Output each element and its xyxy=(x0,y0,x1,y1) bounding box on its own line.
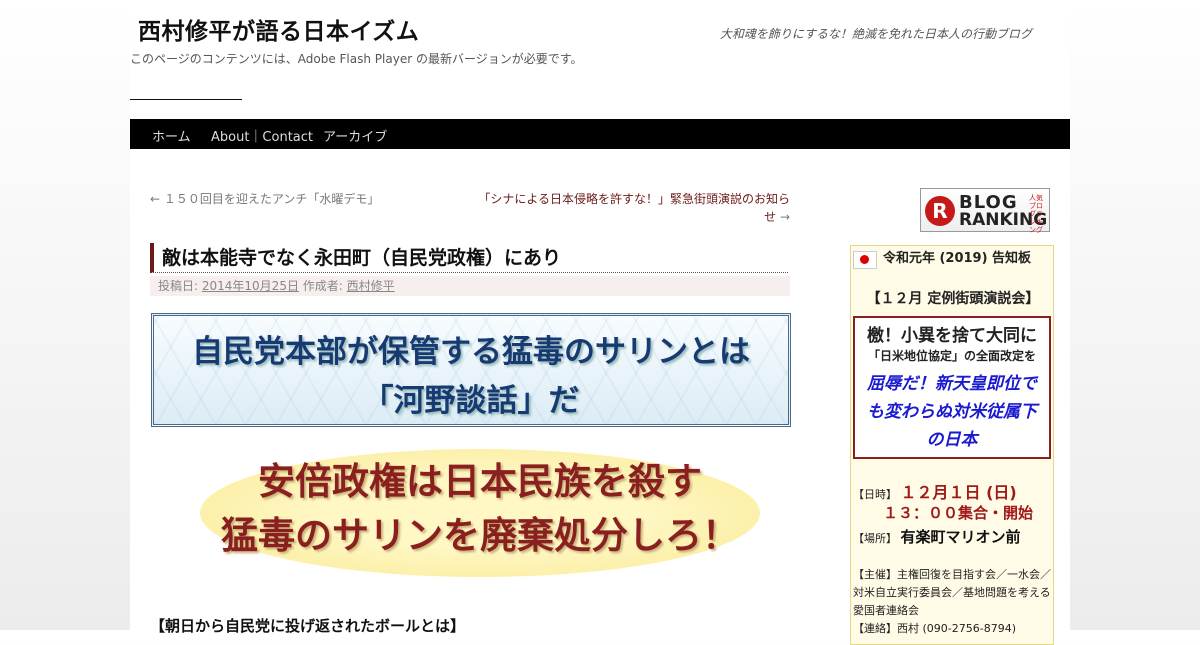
nav-item-home[interactable]: ホーム xyxy=(152,126,191,145)
site-description: 大和魂を飾りにするな！絶滅を免れた日本人の行動ブログ xyxy=(719,27,1032,41)
date-label: 【日時】 xyxy=(853,488,897,501)
next-post-title: 「シナによる日本侵略を許すな！」緊急街頭演説のお知らせ xyxy=(478,192,790,224)
date-value: １２月１日 (日) xyxy=(900,483,1017,502)
next-post-link[interactable]: 「シナによる日本侵略を許すな！」緊急街頭演説のお知らせ → xyxy=(470,190,790,226)
notice-title: 令和元年 (2019) 告知板 xyxy=(882,251,1032,266)
place-row: 【場所】 有楽町マリオン前 xyxy=(853,526,1021,547)
posted-label: 投稿日: xyxy=(158,279,199,293)
author-link[interactable]: 西村修平 xyxy=(347,279,395,293)
ranking-logo-icon: R xyxy=(925,196,955,226)
notice-board: 令和元年 (2019) 告知板 【１２月 定例街頭演説会】 檄！小異を捨て大同に… xyxy=(850,245,1054,645)
banner1-line1: 自民党本部が保管する猛毒のサリンとは xyxy=(192,334,750,370)
notice-subtitle: 【１２月 定例街頭演説会】 xyxy=(866,291,1040,307)
site-title[interactable]: 西村修平が語る日本イズム xyxy=(138,12,419,46)
speech-theme-box: 檄！小異を捨て大同に 「日米地位協定」の全面改定を 屈辱だ！新天皇即位でも変わら… xyxy=(853,316,1051,459)
entry-date-link[interactable]: 2014年10月25日 xyxy=(202,279,299,293)
abe-banner-text: 安倍政権は日本民族を殺す 猛毒のサリンを廃棄処分しろ！ xyxy=(150,455,810,563)
author-label: 作成者: xyxy=(302,279,343,293)
entry-title[interactable]: 敵は本能寺でなく永田町（自民党政権）にあり xyxy=(150,243,788,273)
main-navigation: ホーム About｜Contact アーカイブ xyxy=(130,119,1070,149)
place-label: 【場所】 xyxy=(853,532,897,545)
flash-player-notice: このページのコンテンツには、Adobe Flash Player の最新バージョ… xyxy=(130,52,583,66)
sarin-banner-image: 自民党本部が保管する猛毒のサリンとは 「河野談話」だ xyxy=(151,313,791,427)
contact-text: 【連絡】西村 (090-2756-8794) xyxy=(853,622,1017,635)
banner1-line2: 「河野談話」だ xyxy=(362,383,580,419)
nav-item-archive[interactable]: アーカイブ xyxy=(323,126,387,145)
ranking-tiny-text: 人気ブログランキング xyxy=(1029,194,1043,234)
previous-post-link[interactable]: ← １５０回目を迎えたアンチ「水曜デモ」 xyxy=(150,190,379,207)
page-wrapper: 西村修平が語る日本イズム 大和魂を飾りにするな！絶滅を免れた日本人の行動ブログ … xyxy=(130,0,1070,645)
banner2-line2: 猛毒のサリンを廃棄処分しろ！ xyxy=(221,514,739,557)
date-row: 【日時】 １２月１日 (日) xyxy=(853,479,1017,503)
organizer-info: 【主催】主権回復を目指す会／一水会／対米自立実行委員会／基地問題を考える愛国者連… xyxy=(853,566,1053,638)
time-value: １３：００集合・開始 xyxy=(883,504,1034,522)
nav-item-about-contact[interactable]: About｜Contact xyxy=(211,126,313,145)
blog-ranking-badge[interactable]: R BLOG RANKING 人気ブログランキング xyxy=(920,188,1050,234)
next-arrow-icon: → xyxy=(779,210,790,224)
theme-line2: 「日米地位協定」の全面改定を xyxy=(867,349,1036,363)
theme-line1: 檄！小異を捨て大同に xyxy=(867,326,1037,346)
header-divider xyxy=(130,99,242,100)
place-value: 有楽町マリオン前 xyxy=(900,528,1021,546)
banner2-line1: 安倍政権は日本民族を殺す xyxy=(258,460,702,503)
entry-meta: 投稿日: 2014年10月25日 作成者: 西村修平 xyxy=(150,276,790,296)
section-subheading: 【朝日から自民党に投げ返されたボールとは】 xyxy=(150,617,466,635)
theme-line3: 屈辱だ！新天皇即位でも変わらぬ対米従属下の日本 xyxy=(867,374,1037,450)
organizer-text: 【主催】主権回復を目指す会／一水会／対米自立実行委員会／基地問題を考える愛国者連… xyxy=(853,568,1051,617)
